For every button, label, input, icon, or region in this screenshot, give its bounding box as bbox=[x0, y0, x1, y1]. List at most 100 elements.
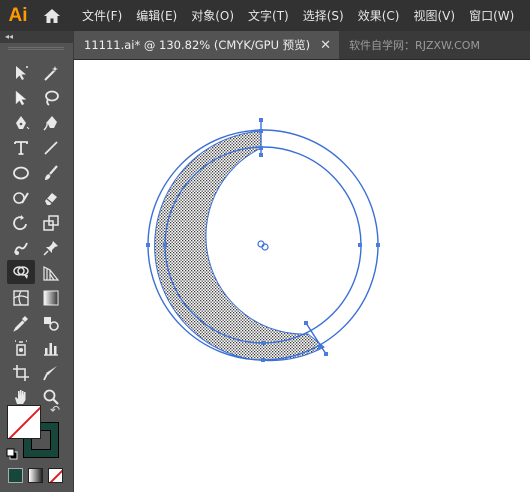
fill-color-swatch[interactable] bbox=[7, 405, 41, 439]
symbol-sprayer-tool[interactable] bbox=[9, 337, 33, 359]
gradient-icon bbox=[43, 290, 59, 306]
scale-tool[interactable] bbox=[39, 212, 63, 234]
menu-items: 文件(F) 编辑(E) 对象(O) 文字(T) 选择(S) 效果(C) 视图(V… bbox=[82, 7, 528, 24]
anchor-point[interactable] bbox=[324, 352, 328, 356]
mesh-tool[interactable] bbox=[9, 287, 33, 309]
blend-tool[interactable] bbox=[39, 312, 63, 334]
line-segment-tool[interactable] bbox=[39, 137, 63, 159]
default-fill-stroke-icon bbox=[6, 448, 18, 460]
anchor-point[interactable] bbox=[261, 358, 265, 362]
menu-view[interactable]: 视图(V) bbox=[413, 7, 455, 24]
swap-fill-stroke-icon[interactable]: ↶ bbox=[50, 403, 60, 417]
pushpin-icon bbox=[43, 241, 58, 256]
gradient-tool[interactable] bbox=[39, 287, 63, 309]
slice-knife-icon bbox=[43, 366, 57, 381]
pen-tool[interactable] bbox=[9, 112, 33, 134]
no-fill-icon bbox=[8, 406, 40, 438]
eyedropper-tool[interactable] bbox=[9, 312, 33, 334]
hand-icon bbox=[15, 390, 26, 404]
shape-builder-tool[interactable] bbox=[7, 260, 35, 284]
menu-select[interactable]: 选择(S) bbox=[303, 7, 344, 24]
gradient-mode-button[interactable] bbox=[28, 468, 43, 483]
artwork[interactable] bbox=[74, 60, 530, 492]
symbol-sprayer-icon bbox=[15, 340, 27, 356]
curvature-pen-icon bbox=[43, 116, 57, 131]
default-colors-icon[interactable] bbox=[6, 445, 18, 460]
lasso-tool[interactable] bbox=[39, 87, 63, 109]
line-icon bbox=[44, 141, 58, 155]
document-tab-title: 11111.ai* @ 130.82% (CMYK/GPU 预览) bbox=[84, 38, 311, 52]
illustrator-window: Ai 文件(F) 编辑(E) 对象(O) 文字(T) 选择(S) 效果(C) 视… bbox=[0, 0, 530, 492]
mesh-icon bbox=[13, 290, 29, 306]
color-mode-button[interactable] bbox=[8, 468, 23, 483]
slice-tool[interactable] bbox=[39, 362, 63, 384]
paintbrush-tool[interactable] bbox=[39, 162, 63, 184]
shaper-icon bbox=[13, 192, 29, 204]
anchor-point[interactable] bbox=[259, 146, 263, 150]
direct-selection-icon bbox=[15, 90, 27, 106]
tools-panel: ◂◂ ↶ bbox=[0, 31, 74, 492]
watermark-text: 软件自学网：RJZXW.COM bbox=[349, 39, 480, 52]
menu-type[interactable]: 文字(T) bbox=[248, 7, 289, 24]
artboard-canvas[interactable] bbox=[74, 60, 530, 492]
menu-object[interactable]: 对象(O) bbox=[191, 7, 234, 24]
anchor-point[interactable] bbox=[146, 243, 150, 247]
pen-icon bbox=[16, 116, 30, 130]
anchor-point[interactable] bbox=[318, 346, 321, 349]
rotate-icon bbox=[13, 215, 27, 231]
perspective-grid-icon bbox=[43, 266, 60, 281]
ellipse-tool[interactable] bbox=[9, 162, 33, 184]
warp-tool[interactable] bbox=[9, 237, 33, 259]
panel-grip[interactable] bbox=[8, 47, 64, 50]
lasso-icon bbox=[45, 90, 59, 106]
home-icon bbox=[44, 8, 60, 23]
artboard-icon bbox=[13, 365, 29, 381]
anchor-point[interactable] bbox=[304, 321, 308, 325]
anchor-point[interactable] bbox=[163, 243, 167, 247]
selection-arrow-icon bbox=[16, 66, 28, 80]
blend-icon bbox=[44, 317, 59, 331]
type-t-icon bbox=[14, 141, 28, 155]
menu-bar: Ai 文件(F) 编辑(E) 对象(O) 文字(T) 选择(S) 效果(C) 视… bbox=[0, 0, 530, 31]
menu-file[interactable]: 文件(F) bbox=[82, 7, 122, 24]
document-tab-bar: 11111.ai* @ 130.82% (CMYK/GPU 预览) ✕ 软件自学… bbox=[74, 31, 530, 60]
eraser-icon bbox=[45, 193, 57, 205]
selection-tool[interactable] bbox=[9, 62, 33, 84]
anchor-point[interactable] bbox=[259, 129, 263, 133]
paintbrush-icon bbox=[45, 165, 58, 180]
eyedropper-icon bbox=[13, 316, 28, 332]
collapse-panel-button[interactable]: ◂◂ bbox=[0, 31, 74, 43]
home-button[interactable] bbox=[36, 0, 68, 31]
menu-effect[interactable]: 效果(C) bbox=[358, 7, 400, 24]
menu-window[interactable]: 窗口(W) bbox=[469, 7, 514, 24]
ellipse-icon bbox=[13, 166, 29, 180]
shaper-tool[interactable] bbox=[9, 187, 33, 209]
column-graph-icon bbox=[44, 343, 58, 356]
artboard-tool[interactable] bbox=[9, 362, 33, 384]
anchor-point[interactable] bbox=[259, 118, 263, 122]
magic-wand-icon bbox=[44, 66, 58, 81]
column-graph-tool[interactable] bbox=[39, 337, 63, 359]
document-tab[interactable]: 11111.ai* @ 130.82% (CMYK/GPU 预览) ✕ bbox=[74, 31, 340, 59]
perspective-grid-tool[interactable] bbox=[39, 262, 63, 284]
type-tool[interactable] bbox=[9, 137, 33, 159]
magic-wand-tool[interactable] bbox=[39, 62, 63, 84]
app-logo: Ai bbox=[8, 4, 28, 26]
scale-icon bbox=[43, 215, 59, 231]
shape-builder-icon bbox=[13, 266, 29, 279]
menu-edit[interactable]: 编辑(E) bbox=[136, 7, 177, 24]
anchor-point[interactable] bbox=[376, 243, 380, 247]
curvature-tool[interactable] bbox=[39, 112, 63, 134]
warp-icon bbox=[14, 242, 28, 255]
rotate-tool[interactable] bbox=[9, 212, 33, 234]
none-slash-icon bbox=[49, 469, 62, 482]
center-point-icon bbox=[257, 240, 269, 251]
direct-selection-tool[interactable] bbox=[9, 87, 33, 109]
none-mode-button[interactable] bbox=[48, 468, 63, 483]
eraser-tool[interactable] bbox=[39, 187, 63, 209]
puppet-warp-tool[interactable] bbox=[39, 237, 63, 259]
anchor-point[interactable] bbox=[261, 341, 265, 345]
anchor-point[interactable] bbox=[259, 153, 263, 157]
close-tab-button[interactable]: ✕ bbox=[320, 38, 331, 53]
anchor-point[interactable] bbox=[358, 243, 362, 247]
